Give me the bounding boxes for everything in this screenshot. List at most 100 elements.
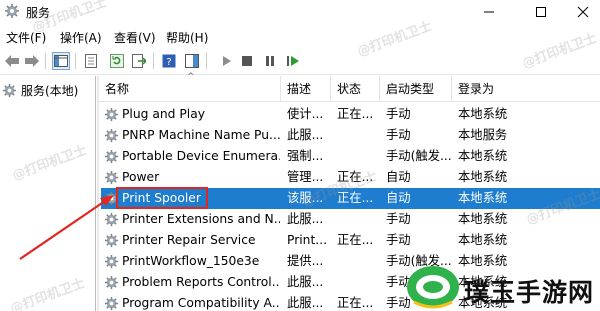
service-name: Program Compatibility A... xyxy=(122,296,280,310)
column-header-name[interactable]: 名称 xyxy=(99,76,281,102)
menu-view[interactable]: 查看(V) xyxy=(114,29,156,46)
refresh-button[interactable] xyxy=(108,52,126,70)
help-button[interactable]: ? xyxy=(160,52,178,70)
service-startup-type: 手动 xyxy=(386,212,411,226)
service-description: 提供... xyxy=(287,254,324,268)
table-row[interactable]: PNRP Machine Name Pu... 此服... 手动 本地服务 xyxy=(101,125,600,146)
services-gear-icon xyxy=(5,4,19,18)
export-list-button[interactable] xyxy=(130,52,148,70)
service-gear-icon xyxy=(104,107,119,122)
service-startup-type: 手动 xyxy=(386,233,411,247)
service-gear-icon xyxy=(104,275,119,290)
forward-button[interactable] xyxy=(23,52,41,70)
service-log-on-as: 本地系统 xyxy=(458,191,508,205)
close-icon xyxy=(577,6,589,18)
service-gear-icon xyxy=(104,149,119,164)
tree-item-label: 服务(本地) xyxy=(21,83,79,98)
service-description: 此服... xyxy=(287,212,324,226)
toolbar: ? xyxy=(0,47,600,75)
service-status: 正在... xyxy=(337,296,374,310)
restart-icon xyxy=(287,56,299,66)
annotation-highlight-box xyxy=(116,187,208,209)
menu-action[interactable]: 操作(A) xyxy=(60,29,102,46)
service-log-on-as: 本地服务 xyxy=(458,128,508,142)
minimize-button[interactable] xyxy=(466,0,512,24)
svg-text:?: ? xyxy=(166,57,171,68)
service-startup-type: 手动 xyxy=(386,128,411,142)
service-description: 此服... xyxy=(287,128,324,142)
service-description: 强制... xyxy=(287,149,324,163)
table-row[interactable]: Printer Repair Service Print... 正在... 手动 本地系… xyxy=(101,230,600,251)
column-header-status[interactable]: 状态 xyxy=(331,76,380,102)
back-arrow-icon xyxy=(5,55,19,67)
maximize-button[interactable] xyxy=(518,0,564,24)
service-gear-icon xyxy=(104,128,119,143)
help-icon: ? xyxy=(162,54,176,68)
table-row[interactable]: Portable Device Enumera... 强制... 手动(触发... 本… xyxy=(101,146,600,167)
column-header-startup-type[interactable]: 启动类型 xyxy=(380,76,452,102)
back-button[interactable] xyxy=(3,52,21,70)
minimize-icon xyxy=(484,11,494,13)
service-name: PrintWorkflow_150e3e xyxy=(122,254,260,268)
service-gear-icon xyxy=(104,254,119,269)
service-name: Power xyxy=(122,170,160,184)
menu-bar: 文件(F) 操作(A) 查看(V) 帮助(H) xyxy=(0,25,600,47)
service-status xyxy=(337,125,381,146)
service-description: 此服... xyxy=(287,275,324,289)
service-description: Print... xyxy=(287,233,328,247)
service-startup-type: 手动(触发... xyxy=(386,149,452,163)
brand-name: 璞玉手游网 xyxy=(464,278,595,307)
list-header: ^ 名称 描述 状态 启动类型 登录为 xyxy=(99,72,600,102)
service-name: Printer Extensions and N... xyxy=(122,212,280,226)
service-log-on-as: 本地系统 xyxy=(458,233,508,247)
play-icon xyxy=(223,56,231,66)
menu-help[interactable]: 帮助(H) xyxy=(166,29,208,46)
column-header-log-on-as[interactable]: 登录为 xyxy=(452,76,600,102)
service-startup-type: 手动 xyxy=(386,107,411,121)
properties-icon xyxy=(85,54,97,68)
toolbar-separator xyxy=(206,53,207,69)
column-header-description[interactable]: 描述 xyxy=(281,76,331,102)
service-log-on-as: 本地系统 xyxy=(458,107,508,121)
service-name: Plug and Play xyxy=(122,107,206,121)
service-gear-icon xyxy=(104,296,119,311)
stop-service-button[interactable] xyxy=(238,52,256,70)
service-name: PNRP Machine Name Pu... xyxy=(122,128,280,142)
services-window: 服务 文件(F) 操作(A) 查看(V) 帮助(H) ? 服务(本地) ^ 名称… xyxy=(0,0,600,311)
forward-arrow-icon xyxy=(25,55,39,67)
table-row[interactable]: Plug and Play 使计... 正在... 手动 本地系统 xyxy=(101,104,600,125)
console-tree-icon xyxy=(54,55,68,67)
properties-button[interactable] xyxy=(82,52,100,70)
service-status xyxy=(337,251,381,272)
service-name: Printer Repair Service xyxy=(122,233,256,247)
service-gear-icon xyxy=(104,233,119,248)
toolbar-separator xyxy=(75,53,76,69)
tree-item-services-local[interactable]: 服务(本地) xyxy=(2,81,94,99)
toolbar-separator xyxy=(45,53,46,69)
action-pane-button[interactable] xyxy=(183,52,201,70)
start-service-button[interactable] xyxy=(218,52,236,70)
service-gear-icon xyxy=(104,212,119,227)
restart-service-button[interactable] xyxy=(284,52,302,70)
pause-icon xyxy=(266,56,274,66)
stop-icon xyxy=(242,56,252,66)
service-status: 正在... xyxy=(337,107,374,121)
close-button[interactable] xyxy=(560,0,600,24)
service-status: 正在... xyxy=(337,233,374,247)
service-status xyxy=(337,272,381,293)
action-pane-icon xyxy=(185,54,199,68)
service-status xyxy=(337,209,381,230)
service-gear-icon xyxy=(104,170,119,185)
service-name: Portable Device Enumera... xyxy=(122,149,280,163)
export-list-icon xyxy=(132,54,146,68)
refresh-icon xyxy=(110,54,124,68)
service-name: Problem Reports Control... xyxy=(122,275,280,289)
service-startup-type: 自动 xyxy=(386,191,411,205)
pause-service-button[interactable] xyxy=(261,52,279,70)
brand-logo: 璞玉手游网 xyxy=(400,263,600,311)
service-log-on-as: 本地系统 xyxy=(458,170,508,184)
services-gear-icon xyxy=(2,83,17,97)
service-log-on-as: 本地系统 xyxy=(458,149,508,163)
show-console-tree-button[interactable] xyxy=(52,52,70,70)
service-startup-type: 自动 xyxy=(386,170,411,184)
